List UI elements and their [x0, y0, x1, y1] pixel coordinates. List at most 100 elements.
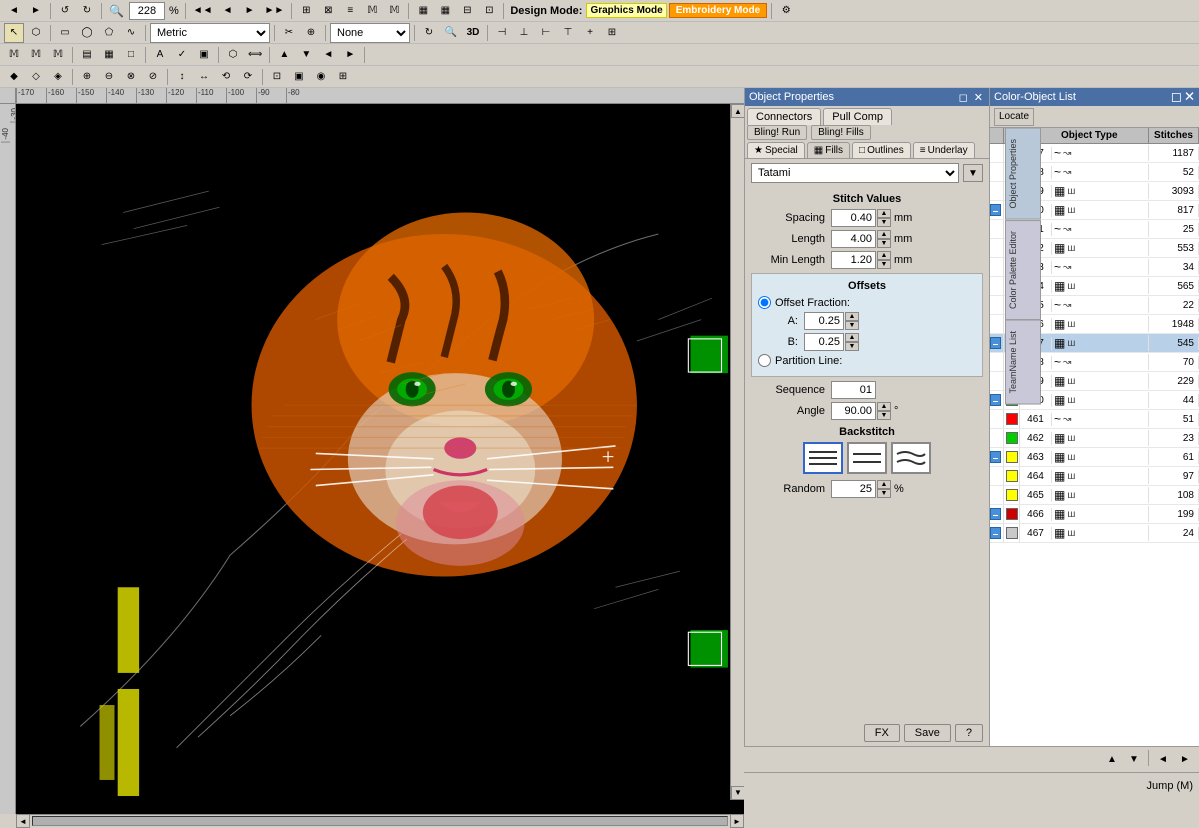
next-btn[interactable]: ► [240, 1, 260, 21]
scroll-up-btn[interactable]: ▲ [1102, 750, 1122, 770]
col-close-btn[interactable]: ✕ [1184, 89, 1195, 105]
next-next-btn[interactable]: ►► [262, 1, 288, 21]
icon-btn4[interactable]: ⊘ [143, 67, 163, 87]
offset-a-down-btn[interactable]: ▼ [845, 321, 859, 330]
icon3d-btn[interactable]: ⬡ [223, 45, 243, 65]
icon-btn12[interactable]: ⊞ [333, 67, 353, 87]
angle-up-btn[interactable]: ▲ [877, 402, 891, 411]
text-btn[interactable]: A [150, 45, 170, 65]
random-down-btn[interactable]: ▼ [877, 489, 891, 498]
arrow-up-btn[interactable]: ▲ [274, 45, 294, 65]
offset-fraction-radio[interactable] [758, 296, 771, 309]
table-row[interactable]: 461~↝51 [990, 410, 1199, 429]
hscroll-right-btn[interactable]: ► [730, 814, 744, 828]
min-length-up-btn[interactable]: ▲ [877, 251, 891, 260]
stitch-icon2[interactable]: 𝕄 [26, 45, 46, 65]
node2-btn[interactable]: ◇ [26, 67, 46, 87]
random-up-btn[interactable]: ▲ [877, 480, 891, 489]
left-arr-btn[interactable]: ◄ [1153, 750, 1173, 770]
group-indicator[interactable]: – [990, 204, 1001, 216]
fill-icon1[interactable]: ▤ [77, 45, 97, 65]
poly-btn[interactable]: ⬠ [99, 23, 119, 43]
back-btn[interactable]: ◄ [4, 1, 24, 21]
tab-fills[interactable]: ▦ Fills [807, 142, 850, 158]
hscroll-track[interactable] [32, 816, 728, 826]
view1-btn[interactable]: ▦ [413, 1, 433, 21]
3d-btn[interactable]: 3D [463, 23, 483, 43]
none-dropdown[interactable]: None [330, 23, 410, 43]
knife-btn[interactable]: ✂ [279, 23, 299, 43]
canvas[interactable]: ▲ ▼ [16, 104, 744, 814]
group-indicator[interactable]: – [990, 394, 1001, 406]
icon-btn1[interactable]: ⊕ [77, 67, 97, 87]
icon-btn5[interactable]: ↕ [172, 67, 192, 87]
node1-btn[interactable]: ◆ [4, 67, 24, 87]
tab-special[interactable]: ★ Special [747, 142, 805, 158]
zoom-out-btn[interactable]: 🔍 [106, 1, 127, 21]
icon-btn10[interactable]: ▣ [289, 67, 309, 87]
settings-btn[interactable]: ⚙ [776, 1, 796, 21]
side-tab-teamname[interactable]: TeamName List [1005, 320, 1041, 405]
lasso-btn[interactable]: ⬡ [26, 23, 46, 43]
table-row[interactable]: 465▦ш108 [990, 486, 1199, 505]
spacing-down-btn[interactable]: ▼ [877, 218, 891, 227]
border-icon[interactable]: □ [121, 45, 141, 65]
backstitch-btn3[interactable] [891, 442, 931, 474]
tab-outlines[interactable]: □ Outlines [852, 142, 911, 158]
stitch-icon1[interactable]: 𝕄 [4, 45, 24, 65]
undo-btn[interactable]: ↺ [55, 1, 75, 21]
locate-btn[interactable]: Locate [994, 108, 1034, 126]
zoom-input[interactable]: 228 [129, 2, 165, 20]
min-length-down-btn[interactable]: ▼ [877, 260, 891, 269]
table-row[interactable]: –466▦ш199 [990, 505, 1199, 524]
icon-btn11[interactable]: ◉ [311, 67, 331, 87]
backstitch-btn2[interactable] [847, 442, 887, 474]
offset-b-input[interactable] [804, 333, 844, 351]
bling-run-btn[interactable]: Bling! Run [747, 125, 807, 140]
side-tab-color-palette[interactable]: Color Palette Editor [1005, 220, 1041, 320]
icon-btn8[interactable]: ⟳ [238, 67, 258, 87]
icon-btn7[interactable]: ⟲ [216, 67, 236, 87]
vscroll-up-btn[interactable]: ▲ [731, 104, 744, 118]
group-indicator[interactable]: – [990, 508, 1001, 520]
merge-btn[interactable]: ⊕ [301, 23, 321, 43]
scroll-dn-btn[interactable]: ▼ [1124, 750, 1144, 770]
save-btn[interactable]: Save [904, 724, 951, 742]
random-input[interactable] [831, 480, 876, 498]
metric-dropdown[interactable]: Metric [150, 23, 270, 43]
prev-btn[interactable]: ◄ [218, 1, 238, 21]
arrow-dn-btn[interactable]: ▼ [296, 45, 316, 65]
tab-pull-comp[interactable]: Pull Comp [823, 108, 892, 125]
table-row[interactable]: 464▦ш97 [990, 467, 1199, 486]
stitch2-btn[interactable]: 𝕄 [384, 1, 404, 21]
offset-b-up-btn[interactable]: ▲ [845, 333, 859, 342]
icon-btn2[interactable]: ⊖ [99, 67, 119, 87]
fill-type-dropdown[interactable]: Tatami [751, 163, 959, 183]
embroidery-mode-btn[interactable]: Embroidery Mode [669, 3, 767, 18]
icon-btn3[interactable]: ⊗ [121, 67, 141, 87]
sequence-input[interactable] [831, 381, 876, 399]
arrow-r-btn[interactable]: ► [340, 45, 360, 65]
view2-btn[interactable]: ▦ [435, 1, 455, 21]
circle-btn[interactable]: ◯ [77, 23, 97, 43]
view3-btn[interactable]: ⊟ [457, 1, 477, 21]
vscroll-down-btn[interactable]: ▼ [731, 786, 744, 800]
icon-btn9[interactable]: ⊡ [267, 67, 287, 87]
align5-btn[interactable]: + [580, 23, 600, 43]
stitch-btn[interactable]: 𝕄 [362, 1, 382, 21]
table-row[interactable]: 462▦ш23 [990, 429, 1199, 448]
col-float-btn[interactable]: ◻ [1171, 89, 1182, 105]
spacing-up-btn[interactable]: ▲ [877, 209, 891, 218]
length-up-btn[interactable]: ▲ [877, 230, 891, 239]
check-btn[interactable]: ✓ [172, 45, 192, 65]
help-btn[interactable]: ? [955, 724, 983, 742]
min-length-input[interactable]: 1.20 [831, 251, 876, 269]
lines-btn[interactable]: ≡ [340, 1, 360, 21]
length-down-btn[interactable]: ▼ [877, 239, 891, 248]
grid-btn[interactable]: ⊞ [296, 1, 316, 21]
canvas-hscroll[interactable]: ◄ ► [16, 814, 744, 828]
table-row[interactable]: –463▦ш61 [990, 448, 1199, 467]
redo-btn[interactable]: ↻ [77, 1, 97, 21]
icon-btn6[interactable]: ↔ [194, 67, 214, 87]
arrow-l-btn[interactable]: ◄ [318, 45, 338, 65]
